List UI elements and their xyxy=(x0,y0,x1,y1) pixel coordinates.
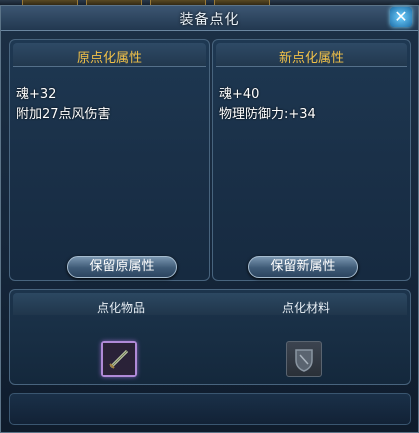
slots-header: 点化物品 点化材料 xyxy=(13,293,407,315)
original-attribute: 附加27点风伤害 xyxy=(16,107,111,122)
window-title: 装备点化 xyxy=(179,12,240,28)
keep-new-button[interactable]: 保留新属性 xyxy=(248,256,358,278)
title-bar[interactable]: 装备点化 ✕ xyxy=(1,6,418,31)
refine-item-slot[interactable] xyxy=(101,341,137,377)
footer-bar xyxy=(9,393,411,425)
original-panel-title: 原点化属性 xyxy=(76,51,142,66)
sword-icon xyxy=(103,343,135,375)
original-panel-header: 原点化属性 xyxy=(13,43,206,67)
shield-emblem-icon xyxy=(295,349,313,372)
close-icon[interactable]: ✕ xyxy=(390,7,412,27)
keep-original-button[interactable]: 保留原属性 xyxy=(67,256,177,278)
refine-material-slot[interactable] xyxy=(286,341,322,377)
new-panel-header: 新点化属性 xyxy=(216,43,407,67)
equipment-refine-window: 装备点化 ✕ 原点化属性 魂+32 附加27点风伤害 保留原属性 新点化属性 魂… xyxy=(0,5,419,433)
new-attributes-panel: 新点化属性 魂+40 物理防御力:+34 保留新属性 xyxy=(212,39,411,281)
new-attribute: 物理防御力:+34 xyxy=(219,107,316,122)
new-attribute: 魂+40 xyxy=(219,87,260,102)
material-slot-label: 点化材料 xyxy=(281,301,330,315)
original-attributes-panel: 原点化属性 魂+32 附加27点风伤害 保留原属性 xyxy=(9,39,210,281)
refine-slots-panel: 点化物品 点化材料 xyxy=(9,289,411,385)
item-slot-label: 点化物品 xyxy=(96,301,145,315)
new-panel-title: 新点化属性 xyxy=(278,51,344,66)
original-attribute: 魂+32 xyxy=(16,87,57,102)
